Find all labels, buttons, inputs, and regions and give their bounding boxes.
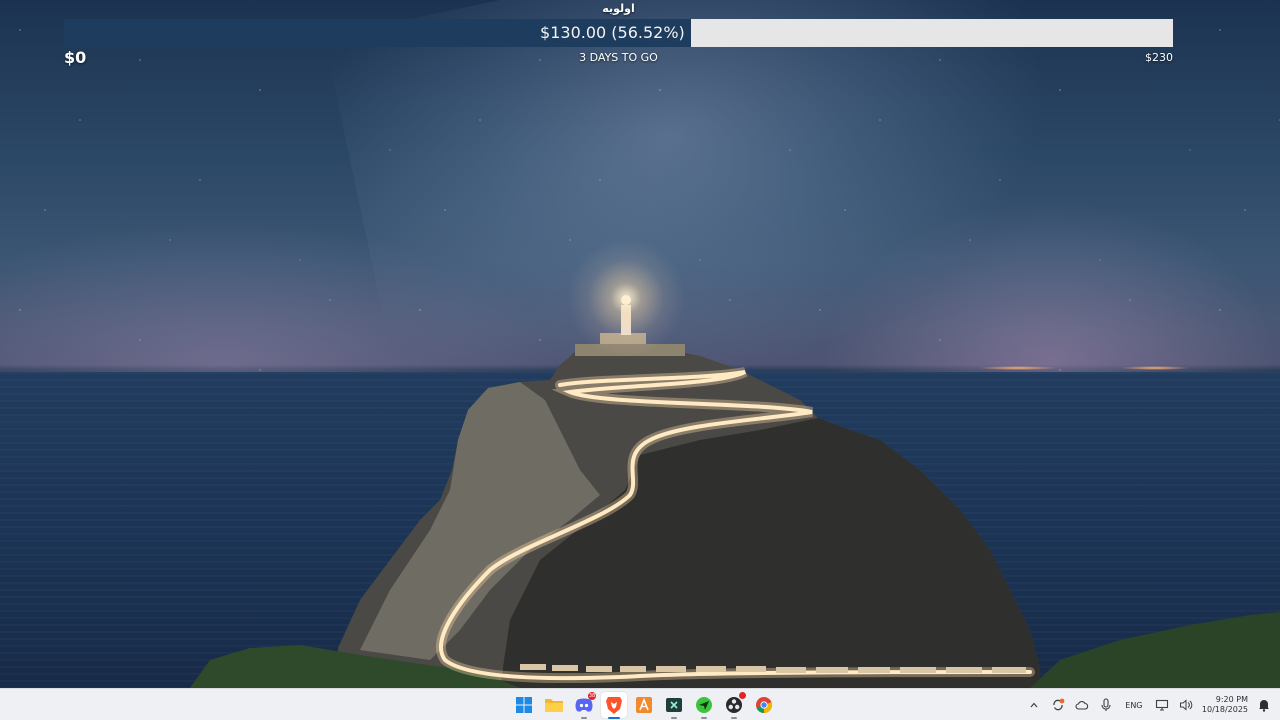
input-language-button[interactable]: ENG (1118, 693, 1150, 717)
folder-icon (545, 699, 563, 712)
taskbar-green-app[interactable] (691, 692, 717, 719)
taskbar-discord[interactable]: 38 (571, 692, 597, 719)
chevron-up-icon (1030, 702, 1038, 708)
goal-progress-bar: $130.00 (56.52%) (64, 19, 1173, 47)
brave-lion-icon (606, 697, 622, 714)
microphone-button[interactable] (1094, 693, 1118, 717)
volume-button[interactable] (1174, 693, 1198, 717)
clock-button[interactable]: 9:20 PM 10/18/2025 (1198, 691, 1252, 719)
taskbar-app-list: 38 (509, 689, 779, 720)
taskbar-obs-studio[interactable] (721, 692, 747, 719)
running-indicator (608, 717, 620, 719)
system-tray: ENG 9:20 PM 10/18/2025 (1022, 689, 1280, 720)
taskbar-brave-browser[interactable] (601, 692, 627, 719)
green-plane-icon (696, 697, 712, 713)
onedrive-button[interactable] (1070, 693, 1094, 717)
donation-goal-widget: اولویه $130.00 (56.52%) $0 3 DAYS TO GO … (64, 0, 1173, 70)
microphone-icon (1101, 698, 1111, 711)
shrubs (1030, 612, 1280, 688)
notifications-button[interactable] (1252, 693, 1276, 717)
terminal-x-icon (666, 698, 682, 712)
goal-progress-fill: $130.00 (56.52%) (64, 19, 691, 47)
cloud-icon (1075, 700, 1089, 710)
running-indicator (581, 717, 587, 719)
sync-status-button[interactable] (1046, 693, 1070, 717)
notification-badge: 38 (588, 692, 596, 700)
notification-bell-icon (1259, 700, 1269, 712)
running-indicator (671, 717, 677, 719)
taskbar-altium-app[interactable] (631, 692, 657, 718)
notification-dot (739, 692, 746, 699)
goal-time-remaining: 3 DAYS TO GO (579, 51, 658, 64)
lighthouse-glow (566, 238, 686, 358)
goal-title: اولویه (602, 2, 635, 15)
desktop-wallpaper (0, 0, 1280, 688)
windows-logo-icon (516, 697, 532, 713)
show-hidden-icons-button[interactable] (1022, 693, 1046, 717)
chrome-icon (756, 697, 773, 714)
goal-progress-label: $130.00 (56.52%) (540, 23, 685, 42)
running-indicator (701, 717, 707, 719)
network-icon (1155, 699, 1168, 711)
clock-time: 9:20 PM (1215, 695, 1248, 704)
speaker-icon (1179, 699, 1193, 711)
taskbar-terminal-app[interactable] (661, 692, 687, 719)
orange-a-icon (636, 697, 652, 713)
taskbar: 38 ENG 9:20 PM 10/18/2025 (0, 688, 1280, 720)
network-button[interactable] (1150, 693, 1174, 717)
clock-date: 10/18/2025 (1201, 705, 1248, 714)
start-button[interactable] (511, 692, 537, 718)
goal-target-amount: $230 (1145, 51, 1173, 64)
taskbar-file-explorer[interactable] (541, 692, 567, 718)
sync-icon (1053, 698, 1065, 711)
running-indicator (731, 717, 737, 719)
taskbar-chrome-browser[interactable] (751, 692, 777, 718)
